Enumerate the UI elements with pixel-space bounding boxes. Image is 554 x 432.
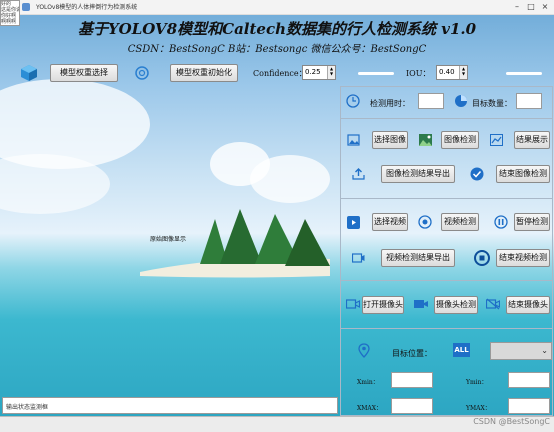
output-status-placeholder: 输出状态监测框 — [6, 404, 49, 411]
iou-spinbox[interactable]: 0.40 ▲ ▼ — [436, 65, 468, 80]
detect-image-button[interactable]: 图像检测 — [441, 131, 479, 149]
export-video-result-button[interactable]: 视频检测结果导出 — [381, 249, 455, 267]
divider — [340, 280, 553, 281]
ymin-field — [508, 372, 550, 388]
video-camera-icon — [414, 300, 428, 308]
trend-chart-icon — [490, 134, 503, 146]
divider — [340, 328, 553, 329]
model-select-button[interactable]: 模型权重选择 — [50, 64, 118, 82]
confidence-label: Confidence： — [253, 69, 307, 78]
landscape-icon — [419, 134, 432, 146]
video-file-icon — [347, 216, 360, 229]
location-pin-icon — [358, 343, 370, 358]
xmin-label: Xmin： — [357, 379, 379, 386]
time-value-field — [418, 93, 444, 109]
xmax-label: XMAX： — [357, 405, 383, 412]
cube-icon — [21, 65, 37, 81]
count-value-field — [516, 93, 542, 109]
image-icon — [347, 134, 360, 146]
divider — [340, 118, 553, 119]
title-bar: YOLOv8模型的人体摔倒行为检测系统 – □ × — [0, 0, 554, 15]
all-badge: ALL — [453, 343, 470, 357]
confidence-slider[interactable] — [358, 72, 394, 75]
camera-detect-button[interactable]: 摄像头检测 — [434, 296, 478, 314]
show-result-button[interactable]: 结果展示 — [514, 131, 550, 149]
divider — [340, 198, 553, 199]
model-init-button[interactable]: 模型权重初始化 — [170, 64, 238, 82]
end-video-detect-button[interactable]: 结束视频检测 — [496, 249, 550, 267]
time-label: 检测用时： — [370, 99, 410, 108]
confidence-value: 0.25 — [305, 68, 321, 76]
check-circle-icon — [470, 167, 484, 181]
select-video-button[interactable]: 选择视频 — [372, 213, 408, 231]
iou-label: IOU： — [406, 69, 431, 78]
close-button[interactable]: × — [540, 2, 550, 11]
select-image-button[interactable]: 选择图像 — [372, 131, 408, 149]
clock-icon — [346, 94, 360, 108]
minimize-button[interactable]: – — [512, 2, 522, 11]
open-camera-button[interactable]: 打开摄像头 — [362, 296, 404, 314]
window-title: YOLOv8模型的人体摔倒行为检测系统 — [36, 4, 138, 11]
spin-arrows-icon[interactable]: ▲ ▼ — [459, 66, 467, 79]
image-display-placeholder: 原始图像显示 — [150, 236, 187, 243]
iou-slider[interactable] — [506, 72, 542, 75]
pie-chart-icon — [455, 95, 467, 107]
target-icon — [418, 215, 432, 229]
ymin-label: Ymin： — [466, 379, 488, 386]
watermark: CSDN @BestSongC — [473, 417, 550, 426]
output-status-box: 输出状态监测框 — [2, 397, 338, 414]
chevron-down-icon: ⌄ — [541, 346, 548, 355]
export-image-result-button[interactable]: 图像检测结果导出 — [381, 165, 455, 183]
xmin-field — [391, 372, 433, 388]
detect-video-button[interactable]: 视频检测 — [441, 213, 479, 231]
app-window: YOLOv8模型的人体摔倒行为检测系统 – □ × 好的 这是你说的 你好啊 啊… — [0, 0, 554, 432]
ymax-field — [508, 398, 550, 414]
pause-detect-button[interactable]: 暂停检测 — [514, 213, 550, 231]
page-subtitle: CSDN：BestSongC B站：Bestsongc 微信公众号：BestSo… — [127, 44, 427, 55]
status-bar — [0, 416, 554, 432]
end-camera-button[interactable]: 结束摄像头 — [506, 296, 550, 314]
end-image-detect-button[interactable]: 结束图像检测 — [496, 165, 550, 183]
count-label: 目标数量： — [472, 99, 512, 108]
stop-circle-icon — [474, 250, 490, 266]
camera-off-icon — [486, 298, 500, 310]
page-title: 基于YOLOV8模型和Caltech数据集的行人检测系统 v1.0 — [77, 20, 477, 38]
app-icon — [22, 3, 30, 11]
export-icon — [352, 168, 365, 180]
ymax-label: YMAX： — [466, 405, 491, 412]
target-select-dropdown[interactable]: ⌄ — [490, 342, 552, 360]
confidence-spinbox[interactable]: 0.25 ▲ ▼ — [302, 65, 336, 80]
iou-value: 0.40 — [439, 68, 455, 76]
target-position-label: 目标位置： — [392, 349, 432, 358]
video-export-icon — [352, 253, 365, 263]
xmax-field — [391, 398, 433, 414]
settings-gear-icon — [135, 66, 149, 80]
pause-circle-icon — [494, 215, 508, 229]
maximize-button[interactable]: □ — [526, 2, 536, 11]
spin-arrows-icon[interactable]: ▲ ▼ — [327, 66, 335, 79]
camera-icon — [346, 299, 360, 309]
